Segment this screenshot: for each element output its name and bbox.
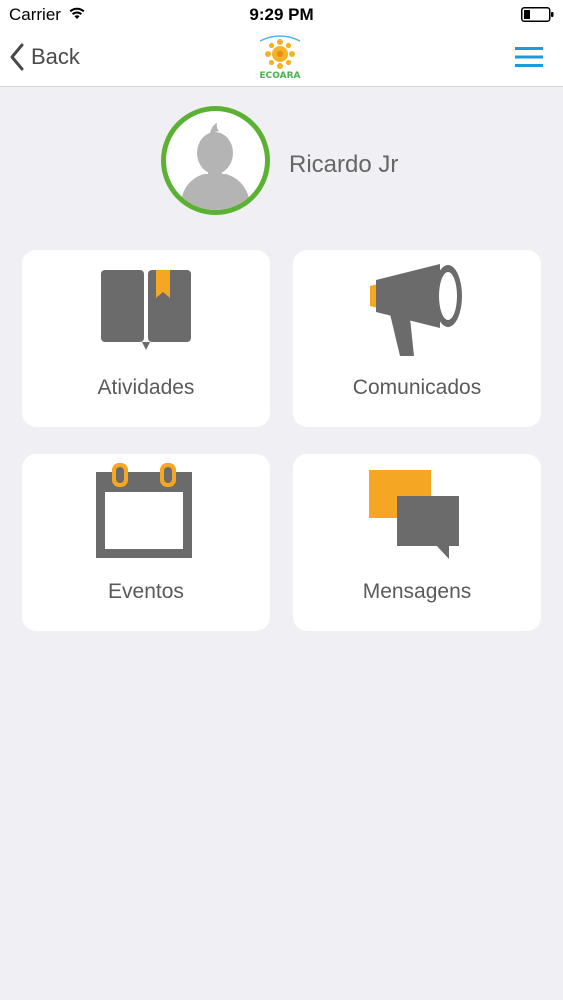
battery-icon: [521, 7, 554, 22]
avatar[interactable]: [161, 106, 270, 215]
chat-bubbles-icon: [369, 470, 459, 559]
tile-label: Atividades: [97, 376, 195, 399]
person-placeholder-icon: [180, 123, 251, 210]
back-button[interactable]: Back: [9, 40, 80, 74]
status-time: 9:29 PM: [249, 5, 314, 24]
hamburger-menu-icon[interactable]: [515, 46, 543, 68]
status-bar: Carrier 9:29 PM: [0, 0, 563, 30]
tile-eventos[interactable]: Eventos: [22, 454, 270, 631]
calendar-icon: [96, 463, 192, 558]
profile-name: Ricardo Jr: [289, 151, 399, 178]
tile-mensagens[interactable]: Mensagens: [293, 454, 541, 631]
tile-label: Comunicados: [352, 376, 482, 399]
sun-logo-icon: [259, 35, 301, 69]
chevron-left-icon: [10, 43, 24, 71]
tile-atividades[interactable]: Atividades: [22, 250, 270, 427]
logo-text: ECOARA: [259, 71, 301, 81]
megaphone-icon: [370, 264, 462, 356]
book-icon: [101, 270, 191, 350]
navigation-bar: Back ECOARA: [0, 30, 563, 87]
tile-label: Eventos: [108, 580, 184, 603]
back-label: Back: [31, 44, 80, 69]
tile-label: Mensagens: [362, 580, 472, 603]
school-logo: ECOARA: [252, 33, 308, 85]
tile-comunicados[interactable]: Comunicados: [293, 250, 541, 427]
